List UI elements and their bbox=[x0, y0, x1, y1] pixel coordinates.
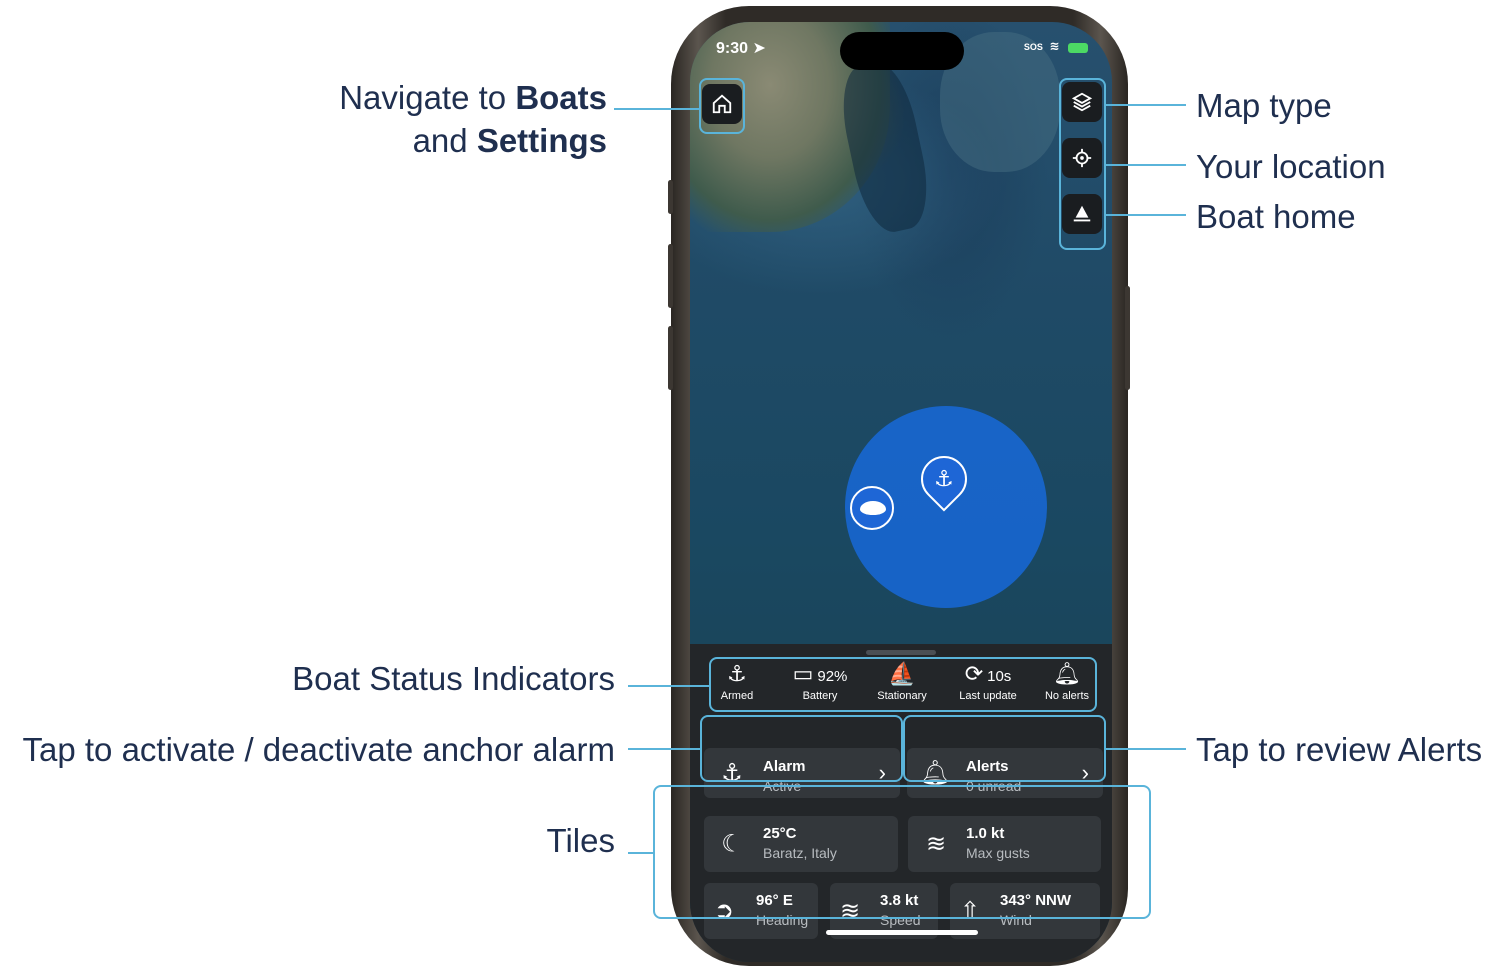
connector-line bbox=[1106, 214, 1186, 216]
boat-marker[interactable] bbox=[850, 486, 894, 530]
status-time: 9:30 ➤ bbox=[716, 40, 766, 57]
highlight-alerts bbox=[903, 715, 1106, 782]
highlight-alarm bbox=[700, 715, 903, 782]
callout-review-alerts: Tap to review Alerts bbox=[1196, 731, 1483, 768]
highlight-status-indicators bbox=[709, 657, 1097, 712]
wifi-icon: ≋ bbox=[1049, 39, 1060, 53]
sheet-grabber[interactable] bbox=[866, 650, 936, 655]
connector-line bbox=[1106, 104, 1186, 106]
action-button bbox=[668, 180, 673, 214]
callout-your-location: Your location bbox=[1196, 148, 1386, 185]
connector-line bbox=[628, 685, 709, 687]
callout-anchor-alarm: Tap to activate / deactivate anchor alar… bbox=[22, 731, 616, 768]
connector-line bbox=[628, 748, 700, 750]
dynamic-island bbox=[840, 32, 964, 70]
connector-line bbox=[628, 852, 653, 854]
anchor-icon: ⚓ bbox=[934, 466, 954, 491]
home-indicator bbox=[826, 930, 978, 935]
highlight-map-buttons bbox=[1059, 78, 1106, 250]
status-icons: SOS ≋ bbox=[1024, 39, 1088, 53]
callout-status-indicators: Boat Status Indicators bbox=[292, 660, 615, 697]
highlight-home bbox=[699, 78, 745, 134]
callout-boat-home: Boat home bbox=[1196, 198, 1356, 235]
callout-navigate: Navigate to Boats and Settings bbox=[339, 79, 607, 159]
power-button bbox=[1125, 286, 1130, 390]
volume-down-button bbox=[668, 326, 673, 390]
volume-up-button bbox=[668, 244, 673, 308]
connector-line bbox=[1106, 748, 1186, 750]
boat-icon bbox=[860, 501, 886, 515]
map-reef bbox=[833, 56, 937, 238]
sos-indicator: SOS bbox=[1023, 42, 1043, 52]
battery-status-icon bbox=[1068, 42, 1088, 53]
callout-tiles: Tiles bbox=[546, 822, 615, 859]
connector-line bbox=[614, 108, 699, 110]
highlight-tiles bbox=[653, 785, 1151, 919]
connector-line bbox=[1106, 164, 1186, 166]
callout-map-type: Map type bbox=[1196, 87, 1332, 124]
